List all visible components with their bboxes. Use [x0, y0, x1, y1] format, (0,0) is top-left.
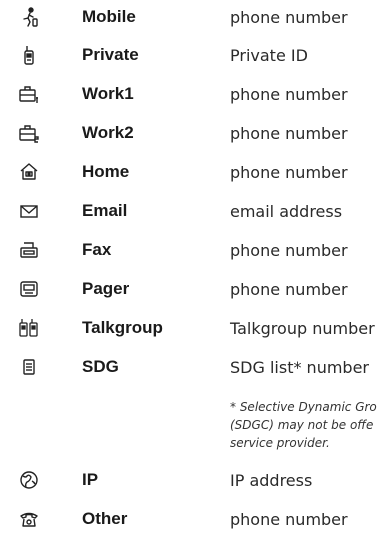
type-label: Work1: [82, 84, 134, 103]
type-label: Work2: [82, 123, 134, 142]
envelope-icon: [18, 200, 40, 222]
sdg-footnote: * Selective Dynamic Gro (SDGC) may not b…: [230, 398, 388, 452]
table-row: Fax phone number: [0, 236, 388, 264]
footnote-line: (SDGC) may not be offe: [230, 418, 374, 432]
table-row: Home phone number: [0, 158, 388, 186]
type-value: phone number: [230, 162, 348, 182]
table-row: Email email address: [0, 197, 388, 225]
type-value: phone number: [230, 84, 348, 104]
mobile-person-icon: [18, 6, 40, 28]
fax-icon: [18, 239, 40, 261]
type-label: Home: [82, 162, 130, 181]
work2-briefcase-icon: [18, 122, 40, 144]
telephone-icon: [18, 508, 40, 530]
work1-briefcase-icon: [18, 83, 40, 105]
type-label: Mobile: [82, 7, 136, 26]
type-value: Talkgroup number: [230, 318, 375, 338]
type-value: phone number: [230, 240, 348, 260]
table-row: Talkgroup Talkgroup number: [0, 314, 388, 342]
table-row: IP IP address: [0, 466, 388, 494]
type-label: Other: [82, 509, 128, 528]
type-label: SDG: [82, 357, 119, 376]
sdg-list-icon: [18, 356, 40, 378]
table-row: Private Private ID: [0, 41, 388, 69]
type-label: Email: [82, 201, 128, 220]
table-row: Work1 phone number: [0, 80, 388, 108]
type-label: IP: [82, 470, 99, 489]
footnote-line: service provider.: [230, 436, 330, 450]
home-icon: [18, 161, 40, 183]
type-label: Talkgroup: [82, 318, 163, 337]
table-row: Other phone number: [0, 505, 388, 533]
contact-type-table: Mobile phone number Private Private ID W…: [0, 0, 388, 533]
pager-icon: [18, 278, 40, 300]
type-value: phone number: [230, 509, 348, 529]
type-value: Private ID: [230, 45, 308, 65]
table-row: SDG SDG list* number: [0, 353, 388, 381]
private-radio-icon: [18, 44, 40, 66]
type-value: phone number: [230, 7, 348, 27]
talkgroup-radios-icon: [18, 317, 40, 339]
table-row: Pager phone number: [0, 275, 388, 303]
type-label: Pager: [82, 279, 130, 298]
type-value: IP address: [230, 470, 313, 490]
type-value: email address: [230, 201, 343, 221]
type-value: phone number: [230, 123, 348, 143]
footnote-line: * Selective Dynamic Gro: [230, 400, 377, 414]
type-value: SDG list* number: [230, 357, 369, 377]
table-row: Work2 phone number: [0, 119, 388, 147]
type-label: Fax: [82, 240, 112, 259]
globe-icon: [18, 469, 40, 491]
table-row: Mobile phone number: [0, 3, 388, 31]
type-label: Private: [82, 45, 139, 64]
type-value: phone number: [230, 279, 348, 299]
